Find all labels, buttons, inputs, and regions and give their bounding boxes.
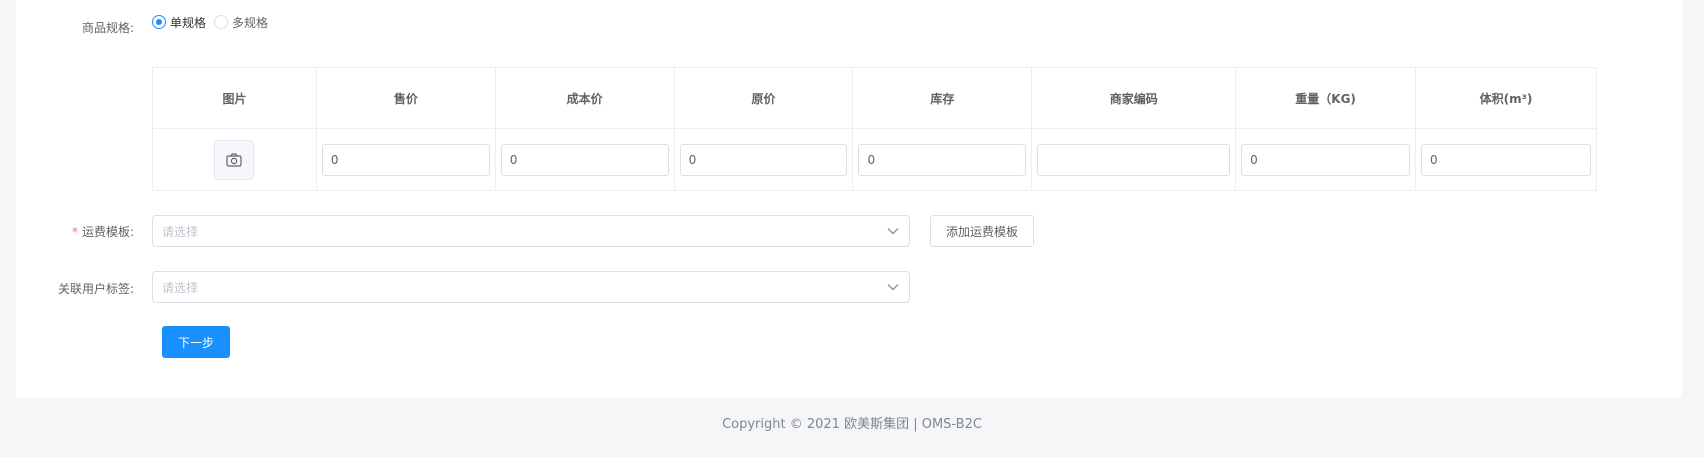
user-tag-placeholder: 请选择 [162,280,199,295]
add-shipping-template-button[interactable]: 添加运费模板 [930,215,1034,247]
shipping-template-label: * 运费模板: [4,223,134,240]
original-price-cell [673,128,854,191]
camera-icon [226,152,243,167]
stock-cell [852,128,1033,191]
chevron-down-icon [887,284,899,291]
footer-copyright: Copyright © 2021 欧美斯集团 | OMS-B2C [722,417,982,432]
shipping-template-select[interactable]: 请选择 [152,215,910,247]
shipping-template-label-text: 运费模板: [81,225,134,239]
spec-radio-group: 单规格 多规格 [152,14,276,30]
radio-checked-icon [152,15,166,29]
user-tag-select[interactable]: 请选择 [152,271,910,303]
required-mark: * [71,225,78,239]
radio-single-spec[interactable]: 单规格 [152,14,206,31]
cost-price-cell [494,128,675,191]
weight-cell [1235,128,1417,191]
column-header-merchant-code: 商家编码 [1031,67,1237,129]
radio-multi-spec[interactable]: 多规格 [214,14,268,31]
merchant-code-cell [1031,128,1237,191]
table-header-row: 图片 售价 成本价 原价 库存 商家编码 重量（KG) 体积(m³) [152,67,1597,129]
merchant-code-input[interactable] [1037,143,1231,176]
radio-single-spec-label: 单规格 [170,15,207,30]
radio-unchecked-icon [214,15,229,29]
spec-label: 商品规格: [81,21,134,35]
column-header-image: 图片 [152,67,317,129]
stock-input[interactable] [858,143,1027,176]
next-step-button[interactable]: 下一步 [162,326,230,358]
form-panel [16,0,1682,398]
image-upload-button[interactable] [214,139,255,180]
chevron-down-icon [887,228,899,235]
column-header-cost-price: 成本价 [494,67,675,129]
radio-multi-spec-label: 多规格 [232,15,269,30]
table-row [152,128,1597,191]
column-header-original-price: 原价 [673,67,854,129]
original-price-input[interactable] [679,143,848,176]
volume-input[interactable] [1421,143,1591,176]
column-header-price: 售价 [315,67,496,129]
column-header-volume: 体积(m³) [1415,67,1597,129]
user-tag-label: 关联用户标签: [57,282,134,296]
image-cell [152,128,317,191]
column-header-stock: 库存 [852,67,1033,129]
volume-cell [1415,128,1597,191]
price-cell [315,128,496,191]
cost-price-input[interactable] [500,143,669,176]
column-header-weight: 重量（KG) [1235,67,1417,129]
shipping-template-placeholder: 请选择 [162,224,199,239]
price-input[interactable] [321,143,490,176]
spec-table: 图片 售价 成本价 原价 库存 商家编码 重量（KG) 体积(m³) [152,67,1597,191]
weight-input[interactable] [1241,143,1411,176]
